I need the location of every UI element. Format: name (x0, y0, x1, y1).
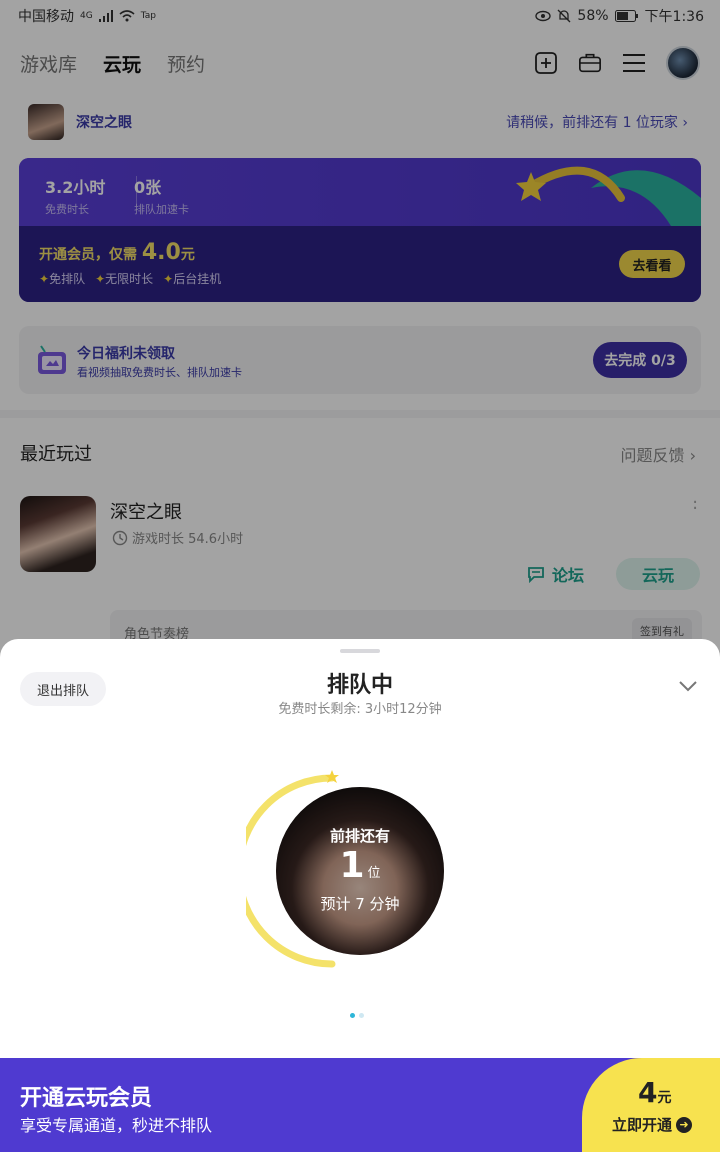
arrow-right-icon: ➜ (676, 1116, 693, 1133)
page-dot (359, 1013, 364, 1018)
page-indicator (350, 1013, 364, 1018)
page-dot (350, 1013, 355, 1018)
footer-title: 开通云玩会员 (20, 1086, 153, 1111)
member-footer-banner[interactable]: 开通云玩会员 享受专属通道，秒进不排队 4元 立即开通 ➜ (0, 1058, 720, 1152)
sheet-handle[interactable] (340, 649, 380, 653)
chevron-down-icon[interactable] (678, 679, 698, 693)
remaining-time: 免费时长剩余: 3小时12分钟 (278, 702, 442, 717)
eta-text: 预计 7 分钟 (320, 895, 400, 913)
game-character-portrait: 前排还有 1位 预计 7 分钟 (276, 787, 444, 955)
sheet-title: 排队中 (326, 673, 393, 698)
ahead-count: 1位 (339, 845, 381, 886)
footer-subtitle: 享受专属通道，秒进不排队 (20, 1116, 213, 1135)
footer-price: 4元 (638, 1076, 672, 1109)
open-now-button[interactable]: 立即开通 ➜ (612, 1114, 693, 1135)
open-membership-panel[interactable]: 4元 立即开通 ➜ (582, 1058, 720, 1152)
ahead-label: 前排还有 (329, 827, 390, 845)
